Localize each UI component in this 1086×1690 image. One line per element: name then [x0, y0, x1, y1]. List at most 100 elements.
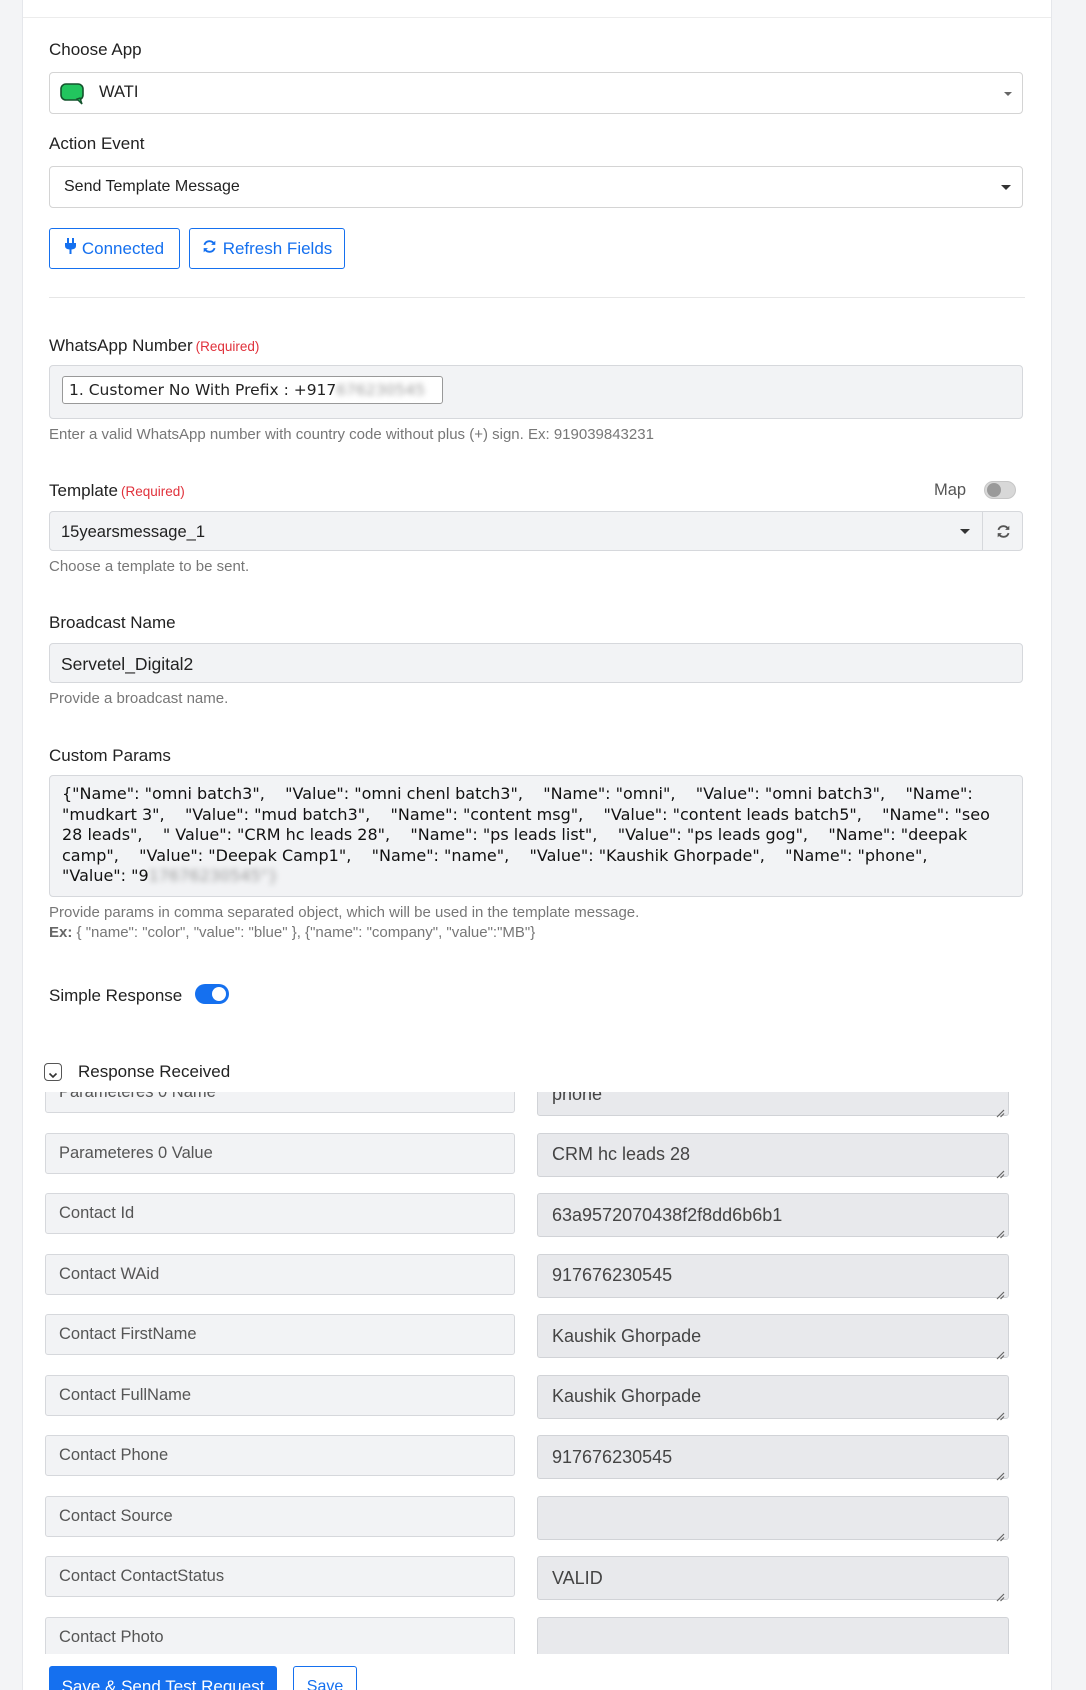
chip-hidden-text: 676230545: [336, 381, 426, 399]
whatsapp-number-label: WhatsApp Number (Required): [49, 336, 259, 356]
response-key: Contact FullName: [45, 1374, 515, 1416]
response-key: Contact Phone: [45, 1435, 515, 1476]
integration-form-card: Choose App WATI Action Event Send Templa…: [22, 0, 1052, 1690]
resize-grip-icon[interactable]: [995, 1526, 1005, 1541]
response-row: Contact ContactStatus VALID: [45, 1556, 1029, 1602]
response-row: Parameteres 0 Name phone: [45, 1092, 1029, 1118]
simple-response-label: Simple Response: [49, 986, 183, 1005]
response-value[interactable]: Kaushik Ghorpade: [537, 1314, 1009, 1360]
response-value[interactable]: [537, 1495, 1009, 1541]
resize-grip-icon[interactable]: [995, 1344, 1005, 1360]
response-row: Contact FullName Kaushik Ghorpade: [45, 1374, 1029, 1420]
whatsapp-number-field[interactable]: 1. Customer No With Prefix : +917 6762305…: [49, 365, 1023, 419]
response-value[interactable]: CRM hc leads 28: [537, 1132, 1009, 1178]
mapped-field-chip[interactable]: 1. Customer No With Prefix : +917 6762305…: [62, 376, 443, 404]
response-list[interactable]: Parameteres 0 Name phone Parameteres 0 Val…: [45, 1092, 1029, 1654]
response-value-text: phone: [552, 1092, 603, 1104]
example-label: Ex:: [49, 924, 73, 941]
chevron-down-icon: [48, 1067, 58, 1085]
response-row: Contact Id 63a9572070438f2f8dd6b6b1: [45, 1193, 1029, 1239]
response-row: Contact Photo: [45, 1616, 1029, 1655]
broadcast-name-input[interactable]: Servetel_Digital2: [49, 643, 1023, 683]
response-key: Parameteres 0 Name: [45, 1092, 515, 1113]
broadcast-name-value: Servetel_Digital2: [61, 654, 194, 674]
caret-down-icon: [960, 529, 970, 534]
response-row: Parameteres 0 Value CRM hc leads 28: [45, 1132, 1029, 1178]
response-value-text: 917676230545: [552, 1265, 673, 1285]
response-received-label: Response Received: [78, 1062, 231, 1081]
simple-response-toggle[interactable]: [195, 984, 229, 1004]
response-value-text: CRM hc leads 28: [552, 1144, 691, 1164]
plug-icon: [64, 238, 76, 259]
example-text: { "name": "color", "value": "blue" }, {"…: [76, 924, 536, 941]
response-row: Contact FirstName Kaushik Ghorpade: [45, 1314, 1029, 1360]
response-value[interactable]: 63a9572070438f2f8dd6b6b1: [537, 1193, 1009, 1239]
connected-button[interactable]: Connected: [49, 228, 180, 269]
required-indicator: (Required): [195, 339, 260, 354]
top-divider: [23, 17, 1051, 18]
response-value[interactable]: 917676230545: [537, 1253, 1009, 1299]
custom-params-textarea[interactable]: {"Name": "omni batch3", "Value": "omni c…: [49, 775, 1023, 897]
broadcast-name-label: Broadcast Name: [49, 613, 176, 632]
refresh-icon: [996, 524, 1011, 544]
custom-params-hint: Provide params in comma separated object…: [49, 904, 640, 921]
response-value[interactable]: Kaushik Ghorpade: [537, 1374, 1009, 1420]
section-divider: [49, 297, 1025, 298]
template-label: Template (Required): [49, 481, 185, 501]
template-select[interactable]: 15yearsmessage_1: [49, 511, 983, 551]
response-value-text: 63a9572070438f2f8dd6b6b1: [552, 1204, 783, 1225]
custom-params-hidden-text: 17676230545"}: [148, 866, 279, 885]
template-refresh-button[interactable]: [982, 511, 1023, 551]
response-key: Contact FirstName: [45, 1314, 515, 1355]
custom-params-label: Custom Params: [49, 746, 171, 765]
response-key: Parameteres 0 Value: [45, 1132, 515, 1174]
action-event-select[interactable]: Send Template Message: [49, 166, 1023, 208]
refresh-fields-button[interactable]: Refresh Fields: [189, 228, 345, 269]
map-label: Map: [934, 481, 967, 499]
resize-grip-icon[interactable]: [995, 1163, 1005, 1178]
response-value-text: VALID: [552, 1567, 603, 1588]
resize-grip-icon[interactable]: [995, 1586, 1005, 1602]
chevron-down-icon: [1004, 92, 1012, 96]
template-label-text: Template: [49, 481, 118, 500]
template-hint: Choose a template to be sent.: [49, 558, 250, 575]
resize-grip-icon[interactable]: [995, 1647, 1005, 1655]
resize-grip-icon[interactable]: [995, 1284, 1005, 1299]
response-value-text: 917676230545: [552, 1446, 673, 1467]
save-button[interactable]: Save: [293, 1666, 357, 1690]
response-key: Contact Source: [45, 1495, 515, 1537]
response-key: Contact Id: [45, 1193, 515, 1234]
response-key: Contact ContactStatus: [45, 1556, 515, 1597]
broadcast-name-hint: Provide a broadcast name.: [49, 690, 229, 707]
required-indicator: (Required): [120, 484, 185, 499]
action-event-label: Action Event: [49, 134, 145, 153]
choose-app-select[interactable]: WATI: [49, 72, 1023, 114]
save-send-test-button[interactable]: Save & Send Test Request: [49, 1666, 277, 1690]
map-toggle-knob: [987, 483, 1001, 497]
response-value[interactable]: VALID: [537, 1556, 1009, 1602]
map-toggle[interactable]: [984, 481, 1016, 499]
simple-response-toggle-knob: [212, 987, 226, 1001]
refresh-icon: [202, 239, 217, 259]
response-value[interactable]: phone: [537, 1092, 1009, 1118]
resize-grip-icon[interactable]: [995, 1102, 1005, 1118]
whatsapp-number-label-text: WhatsApp Number: [49, 336, 193, 355]
connected-label: Connected: [81, 238, 165, 258]
response-key: Contact Photo: [45, 1616, 515, 1654]
response-row: Contact Source: [45, 1495, 1029, 1541]
app-name: WATI: [99, 83, 139, 101]
refresh-fields-label: Refresh Fields: [222, 238, 333, 258]
chip-text: 1. Customer No With Prefix : +917: [69, 381, 337, 399]
resize-grip-icon[interactable]: [995, 1465, 1005, 1481]
response-value[interactable]: 917676230545: [537, 1435, 1009, 1481]
response-row: Contact Phone 917676230545: [45, 1435, 1029, 1481]
collapse-toggle[interactable]: [44, 1063, 62, 1081]
action-event-value: Send Template Message: [64, 178, 240, 195]
response-key: Contact WAid: [45, 1253, 515, 1295]
resize-grip-icon[interactable]: [995, 1223, 1005, 1239]
response-value-text: Kaushik Ghorpade: [552, 1386, 702, 1406]
response-value[interactable]: [537, 1616, 1009, 1655]
template-value: 15yearsmessage_1: [61, 523, 206, 541]
resize-grip-icon[interactable]: [995, 1405, 1005, 1420]
custom-params-example: Ex: { "name": "color", "value": "blue" }…: [49, 924, 535, 941]
